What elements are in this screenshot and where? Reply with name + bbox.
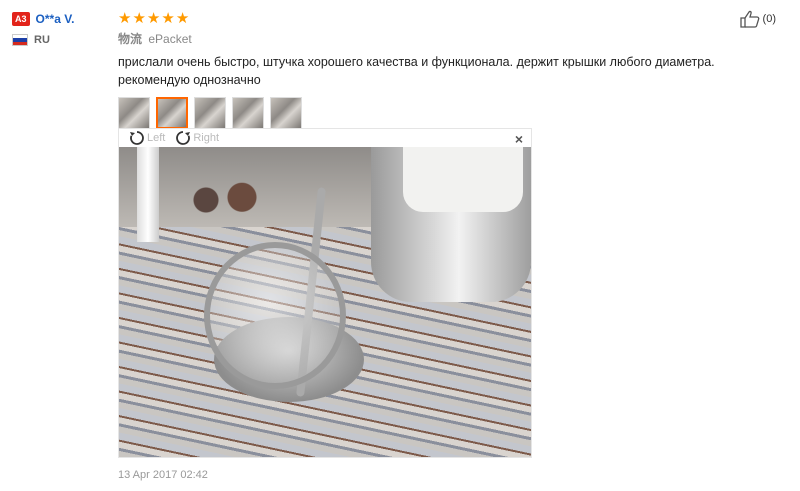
rotate-left-button[interactable]: Left bbox=[129, 130, 165, 146]
country-row: RU bbox=[12, 34, 107, 46]
photo-thumbnail[interactable] bbox=[232, 97, 264, 129]
star-icon: ★ bbox=[175, 9, 190, 27]
photo-thumbnail[interactable] bbox=[270, 97, 302, 129]
shipping-info: 物流 ePacket bbox=[118, 30, 738, 47]
russia-flag-icon bbox=[12, 34, 28, 46]
level-badge: A3 bbox=[12, 12, 30, 26]
review-text: прислали очень быстро, штучка хорошего к… bbox=[118, 55, 715, 87]
photo-thumbnail[interactable] bbox=[118, 97, 150, 129]
rotate-right-button[interactable]: Right bbox=[175, 130, 219, 146]
star-icon: ★ bbox=[132, 9, 146, 27]
like-button[interactable]: (0) bbox=[739, 10, 776, 28]
shipping-label: 物流 bbox=[118, 32, 143, 46]
star-icon: ★ bbox=[146, 9, 161, 27]
photo-cooker-lid bbox=[403, 147, 523, 212]
review-body: ★ ★ ★ ★ ★ 物流 ePacket прислали очень быст… bbox=[118, 10, 738, 135]
user-row: A3 O**a V. bbox=[12, 10, 107, 28]
rotate-left-label: Left bbox=[147, 132, 166, 144]
shipping-method: ePacket bbox=[148, 32, 192, 46]
country-code: RU bbox=[34, 34, 50, 46]
rotate-right-icon bbox=[176, 131, 191, 145]
close-icon[interactable]: × bbox=[515, 131, 523, 147]
review-date: 13 Apr 2017 02:42 bbox=[118, 469, 208, 481]
reviewer-info: A3 O**a V. RU bbox=[12, 10, 107, 46]
reviewer-name[interactable]: O**a V. bbox=[36, 12, 75, 26]
photo-pipe bbox=[137, 147, 159, 242]
rating-stars: ★ ★ ★ ★ ★ bbox=[118, 10, 738, 26]
like-count: (0) bbox=[762, 13, 776, 25]
photo-figurines bbox=[179, 167, 269, 222]
star-icon: ★ bbox=[118, 9, 132, 27]
photo-thumbnail[interactable] bbox=[194, 97, 226, 129]
rotate-right-label: Right bbox=[193, 132, 220, 144]
thumbs-up-icon bbox=[739, 10, 759, 28]
photo-thumbnails bbox=[118, 97, 738, 135]
rotate-left-icon bbox=[130, 131, 144, 145]
photo-viewer: Left Right × bbox=[118, 128, 532, 458]
photo-glass-lid bbox=[204, 242, 346, 389]
photo-thumbnail-active[interactable] bbox=[156, 97, 188, 135]
viewer-toolbar: Left Right × bbox=[119, 129, 531, 147]
review-photo bbox=[119, 147, 531, 457]
star-icon: ★ bbox=[161, 9, 175, 27]
